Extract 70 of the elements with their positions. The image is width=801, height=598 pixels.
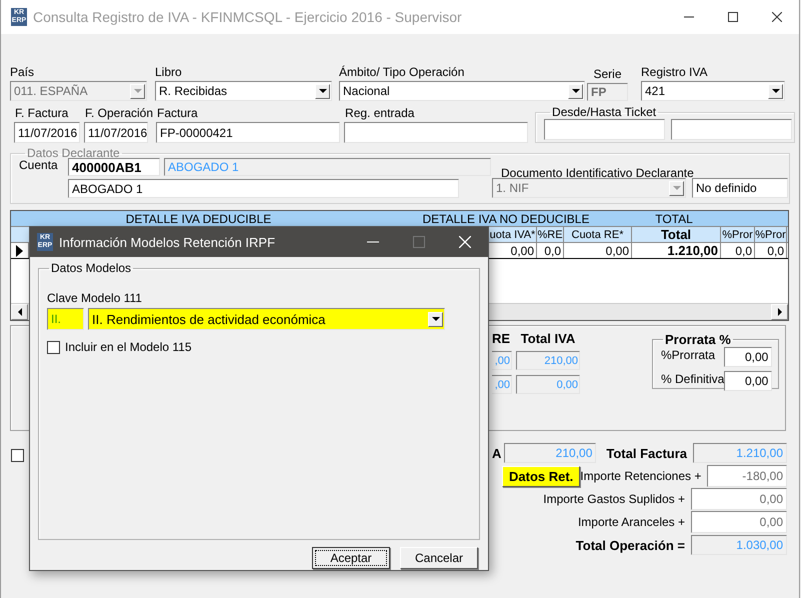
field-label: Cuenta xyxy=(19,158,59,172)
amount-label: Importe Retenciones + xyxy=(580,469,702,483)
field-label: F. Operación xyxy=(84,106,154,120)
field-label: F. Factura xyxy=(14,106,70,120)
input-field[interactable] xyxy=(344,122,528,143)
table-cell: 0,0 xyxy=(755,243,787,258)
group-title: Datos Modelos xyxy=(50,261,132,275)
group-title: Prorrata % xyxy=(664,332,732,347)
column-header: %Pror xyxy=(721,227,755,242)
field-label: Ámbito/ Tipo Operación xyxy=(339,65,466,79)
column-header: RE xyxy=(492,331,510,346)
table-cell: 1.210,00 xyxy=(632,243,721,258)
field-label: Documento Identificativo Declarante xyxy=(501,166,694,180)
table-cell: 0,00 xyxy=(564,243,632,258)
field-label: Libro xyxy=(155,65,183,79)
field-label: Serie xyxy=(592,67,622,81)
checkbox[interactable] xyxy=(11,449,24,462)
field-label: %Prorrata xyxy=(661,348,716,362)
input-field[interactable]: 0,00 xyxy=(691,488,787,510)
close-icon[interactable] xyxy=(772,12,782,22)
column-header: %RE xyxy=(537,227,564,242)
dialog-button[interactable]: Cancelar xyxy=(400,547,478,569)
input-field[interactable]: No definido xyxy=(692,178,788,198)
dropdown-field[interactable]: Nacional xyxy=(339,81,585,101)
table-cell: 0,0 xyxy=(537,243,564,258)
dialog-title: Información Modelos Retención IRPF xyxy=(59,234,276,250)
scroll-right-icon[interactable] xyxy=(771,304,788,320)
input-field[interactable]: FP-00000421 xyxy=(156,122,340,143)
amount-label: Total Operación = xyxy=(574,538,686,552)
input-field[interactable]: 400000AB1 xyxy=(68,158,160,176)
scroll-left-icon[interactable] xyxy=(11,304,28,320)
field-label: Registro IVA xyxy=(641,65,708,79)
dropdown-field[interactable]: 1. NIF xyxy=(492,178,686,198)
input-field[interactable]: 11/07/2016 xyxy=(84,122,148,143)
input-field[interactable]: ABOGADO 1 xyxy=(68,179,459,198)
input-field[interactable]: 0,00 xyxy=(724,371,772,391)
field-label: A xyxy=(492,446,502,460)
dialog-button[interactable]: Aceptar xyxy=(312,547,390,569)
amount-label: Importe Gastos Suplidos + xyxy=(542,492,686,506)
maximize-icon[interactable] xyxy=(728,12,738,22)
column-group-header: DETALLE IVA NO DEDUCIBLE xyxy=(422,212,590,226)
field-label: Factura xyxy=(156,106,199,120)
input-field[interactable] xyxy=(544,119,666,140)
input-field[interactable]: 11/07/2016 xyxy=(14,122,80,143)
column-group-header: DETALLE IVA DEDUCIBLE xyxy=(124,212,272,226)
window-title: Consulta Registro de IVA - KFINMCSQL - Ejercicio 2016 - Supervisor xyxy=(33,9,462,25)
dropdown-field[interactable]: 421 xyxy=(641,81,785,101)
column-header: Total xyxy=(632,227,721,242)
amount-label: Importe Aranceles + xyxy=(576,515,686,529)
checkbox[interactable] xyxy=(47,340,60,354)
input-field[interactable] xyxy=(671,119,792,140)
input-field[interactable]: -180,00 xyxy=(707,465,787,487)
dropdown-field[interactable]: R. Recibidas xyxy=(155,81,332,101)
table-cell: 0,0 xyxy=(721,243,755,258)
checkbox-label: Incluir en el Modelo 115 xyxy=(65,340,192,354)
field-label: País xyxy=(10,65,36,79)
column-header: Cuota RE* xyxy=(564,227,632,242)
column-group-header: TOTAL xyxy=(654,212,694,226)
amount-label: Total Factura xyxy=(605,446,688,460)
input-field[interactable]: 0,00 xyxy=(691,511,787,533)
group-title: Datos Declarante xyxy=(26,146,121,160)
retention-data-button[interactable]: Datos Ret. xyxy=(502,466,580,486)
column-header: Total IVA xyxy=(520,331,576,346)
group-title: Desde/Hasta Ticket xyxy=(551,105,658,119)
dropdown-field[interactable]: II. Rendimientos de actividad económica xyxy=(88,308,445,330)
input-field[interactable]: 0,00 xyxy=(724,347,772,367)
field-label: Reg. entrada xyxy=(344,106,416,120)
field-label: Clave Modelo 111 xyxy=(47,291,143,305)
field-label: % Definitiva xyxy=(661,372,724,386)
column-header: %Pror xyxy=(755,227,787,242)
